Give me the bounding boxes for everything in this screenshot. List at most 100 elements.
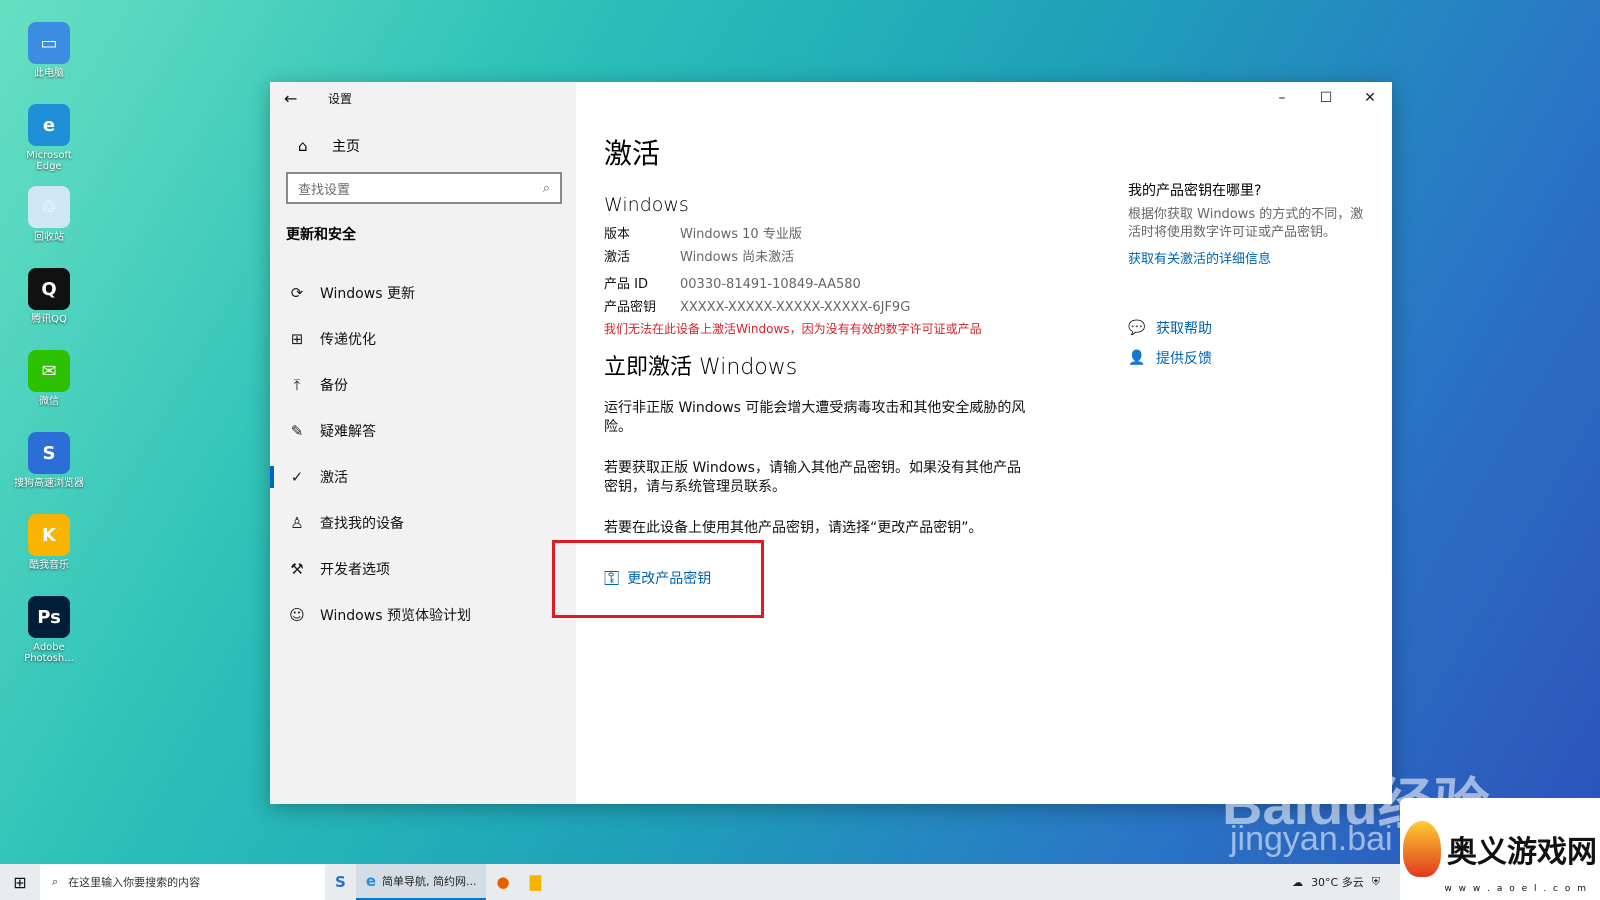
site-logo-text: 奥义游戏网 xyxy=(1447,835,1597,870)
taskbar-search-icon: ⌕ xyxy=(52,875,59,888)
desktop-icon[interactable]: Ps Adobe Photosh... xyxy=(14,596,84,678)
product-key-question: 我的产品密钥在哪里? xyxy=(1128,183,1262,199)
taskbar-edge-label: 简单导航, 简约网... xyxy=(382,875,477,888)
desktop-icon[interactable]: Q 腾讯QQ xyxy=(14,268,84,350)
product-id-key: 产品 ID xyxy=(604,277,648,292)
home-link[interactable]: ⌂ 主页 xyxy=(286,136,576,156)
sidebar-item[interactable]: ⊞ 传递优化 xyxy=(270,316,576,362)
sidebar-item-label: 查找我的设备 xyxy=(320,516,404,532)
check-circle-icon: ✓ xyxy=(290,468,304,486)
desktop-app-icon: ♲ xyxy=(28,186,70,228)
sidebar-item-label: Windows 预览体验计划 xyxy=(320,608,471,624)
search-icon: ⌕ xyxy=(542,180,550,196)
close-button[interactable]: ✕ xyxy=(1348,82,1392,114)
desktop-icons: ▭ 此电脑 e Microsoft Edge ♲ 回收站 Q 腾讯QQ ✉ 微信 S 搜狗高速浏览器 K… xyxy=(14,22,84,678)
sidebar-item-label: 激活 xyxy=(320,470,348,486)
product-key-explanation: 根据你获取 Windows 的方式的不同，激活时将使用数字许可证或产品密钥。 xyxy=(1128,207,1364,240)
delivery-icon: ⊞ xyxy=(290,330,304,348)
taskbar-app-firefox[interactable]: ● xyxy=(486,864,519,900)
desktop-app-icon: ▭ xyxy=(28,22,70,64)
desktop-icon[interactable]: e Microsoft Edge xyxy=(14,104,84,186)
back-arrow-icon[interactable]: ← xyxy=(284,89,312,108)
window-title: 设置 xyxy=(328,91,353,106)
flame-logo-icon xyxy=(1403,821,1441,877)
product-key-value: XXXXX-XXXXX-XXXXX-XXXXX-6JF9G xyxy=(680,300,911,315)
settings-search-input[interactable]: 查找设置 ⌕ xyxy=(286,172,562,204)
minimize-button[interactable]: – xyxy=(1260,82,1304,114)
desktop-icon-label: Adobe Photosh... xyxy=(24,642,74,664)
desktop-app-icon: K xyxy=(28,514,70,556)
feedback-label: 提供反馈 xyxy=(1156,351,1212,367)
folder-icon: ▇ xyxy=(529,873,542,891)
backup-icon: ⤒ xyxy=(293,376,301,394)
taskbar-app-explorer[interactable]: ▇ xyxy=(520,864,552,900)
get-help-label: 获取帮助 xyxy=(1156,321,1212,337)
desktop-icon-label: 回收站 xyxy=(34,232,64,243)
settings-window: ← 设置 ⌂ 主页 查找设置 ⌕ 更新和安全 ⟳ Windows 更新 ⊞ 传递优化 ⤒… xyxy=(270,82,1392,804)
sidebar-item-label: 备份 xyxy=(320,378,348,394)
sogou-icon: S xyxy=(335,873,346,891)
taskbar-search-placeholder: 在这里输入你要搜索的内容 xyxy=(68,876,201,889)
maximize-button[interactable]: ☐ xyxy=(1304,82,1348,114)
weather-icon: ☁ xyxy=(1292,875,1304,889)
desktop-app-icon: e xyxy=(28,104,70,146)
wrench-icon: ✎ xyxy=(290,422,304,440)
desktop-app-icon: S xyxy=(28,432,70,474)
sidebar-item[interactable]: ✎ 疑难解答 xyxy=(270,408,576,454)
tools-icon: ⚒ xyxy=(290,560,304,578)
refresh-icon: ⟳ xyxy=(290,284,304,302)
edge-icon: e xyxy=(365,872,376,890)
desktop-app-icon: Q xyxy=(28,268,70,310)
weather-text[interactable]: 30°C 多云 xyxy=(1311,874,1364,890)
sidebar-item[interactable]: ✓ 激活 xyxy=(270,454,576,500)
title-bar: ← 设置 xyxy=(270,82,576,114)
sidebar-item[interactable]: ⟳ Windows 更新 xyxy=(270,270,576,316)
site-logo-watermark: 奥义游戏网 w w w . a o e l . c o m xyxy=(1400,798,1600,900)
search-placeholder: 查找设置 xyxy=(298,182,351,198)
site-logo-url: w w w . a o e l . c o m xyxy=(1444,884,1588,894)
home-label: 主页 xyxy=(332,139,360,155)
main-content: – ☐ ✕ 激活 Windows 版本 Windows 10 专业版 激活 Wi… xyxy=(552,82,1392,804)
desktop-icon-label: 搜狗高速浏览器 xyxy=(14,478,84,489)
desktop-icon-label: Microsoft Edge xyxy=(26,150,72,172)
page-title: 激活 xyxy=(604,137,661,170)
shield-icon[interactable]: ⛨ xyxy=(1372,875,1380,889)
get-help-link[interactable]: 💬 获取帮助 xyxy=(1128,313,1368,343)
feedback-link[interactable]: 👤 提供反馈 xyxy=(1128,343,1368,373)
edition-key: 版本 xyxy=(604,227,631,242)
edition-value: Windows 10 专业版 xyxy=(680,227,802,242)
desktop-icon-label: 微信 xyxy=(39,396,59,407)
sidebar-item-label: 疑难解答 xyxy=(320,424,376,440)
right-panel: 我的产品密钥在哪里? 根据你获取 Windows 的方式的不同，激活时将使用数字… xyxy=(1128,180,1368,373)
activation-key: 激活 xyxy=(604,250,631,265)
person-icon: ♙ xyxy=(290,514,304,532)
firefox-icon: ● xyxy=(496,873,510,891)
sidebar-item[interactable]: ⤒ 备份 xyxy=(270,362,576,408)
home-icon: ⌂ xyxy=(298,137,308,155)
product-id-value: 00330-81491-10849-AA580 xyxy=(680,277,861,292)
start-button[interactable]: ⊞ xyxy=(0,864,40,900)
desktop-icon[interactable]: ▭ 此电脑 xyxy=(14,22,84,104)
sidebar-nav: ⟳ Windows 更新 ⊞ 传递优化 ⤒ 备份 ✎ 疑难解答 ✓ 激活 ♙ 查找我的设备 ⚒ 开发者选项… xyxy=(270,270,576,638)
desktop-icon[interactable]: ♲ 回收站 xyxy=(14,186,84,268)
help-section: 💬 获取帮助 👤 提供反馈 xyxy=(1128,313,1368,373)
genuine-paragraph: 若要获取正版 Windows，请输入其他产品密钥。如果没有其他产品密钥，请与系统… xyxy=(604,460,1021,495)
taskbar-app-edge[interactable]: e 简单导航, 简约网... xyxy=(355,864,487,900)
sidebar-item-label: 开发者选项 xyxy=(320,562,390,578)
taskbar-search-input[interactable]: ⌕ 在这里输入你要搜索的内容 xyxy=(40,864,325,900)
desktop-icon[interactable]: K 酷我音乐 xyxy=(14,514,84,596)
desktop-icon[interactable]: ✉ 微信 xyxy=(14,350,84,432)
sidebar: ← 设置 ⌂ 主页 查找设置 ⌕ 更新和安全 ⟳ Windows 更新 ⊞ 传递优化 ⤒… xyxy=(270,82,576,804)
sidebar-item[interactable]: ♙ 查找我的设备 xyxy=(270,500,576,546)
feedback-icon: 👤 xyxy=(1128,350,1146,366)
activation-details-link[interactable]: 获取有关激活的详细信息 xyxy=(1128,248,1368,267)
change-key-paragraph: 若要在此设备上使用其他产品密钥，请选择“更改产品密钥”。 xyxy=(604,520,983,536)
sidebar-item[interactable]: ☺ Windows 预览体验计划 xyxy=(270,592,576,638)
desktop-icon-label: 酷我音乐 xyxy=(29,560,69,571)
sidebar-item[interactable]: ⚒ 开发者选项 xyxy=(270,546,576,592)
desktop-icon[interactable]: S 搜狗高速浏览器 xyxy=(14,432,84,514)
taskbar-app-sogou[interactable]: S xyxy=(325,864,356,900)
sidebar-item-label: Windows 更新 xyxy=(320,286,415,302)
taskbar: ⊞ ⌕ 在这里输入你要搜索的内容 S e 简单导航, 简约网... ● ▇ ☁ … xyxy=(0,864,1600,900)
jingyan-watermark: jingyan.bai xyxy=(1230,820,1393,858)
